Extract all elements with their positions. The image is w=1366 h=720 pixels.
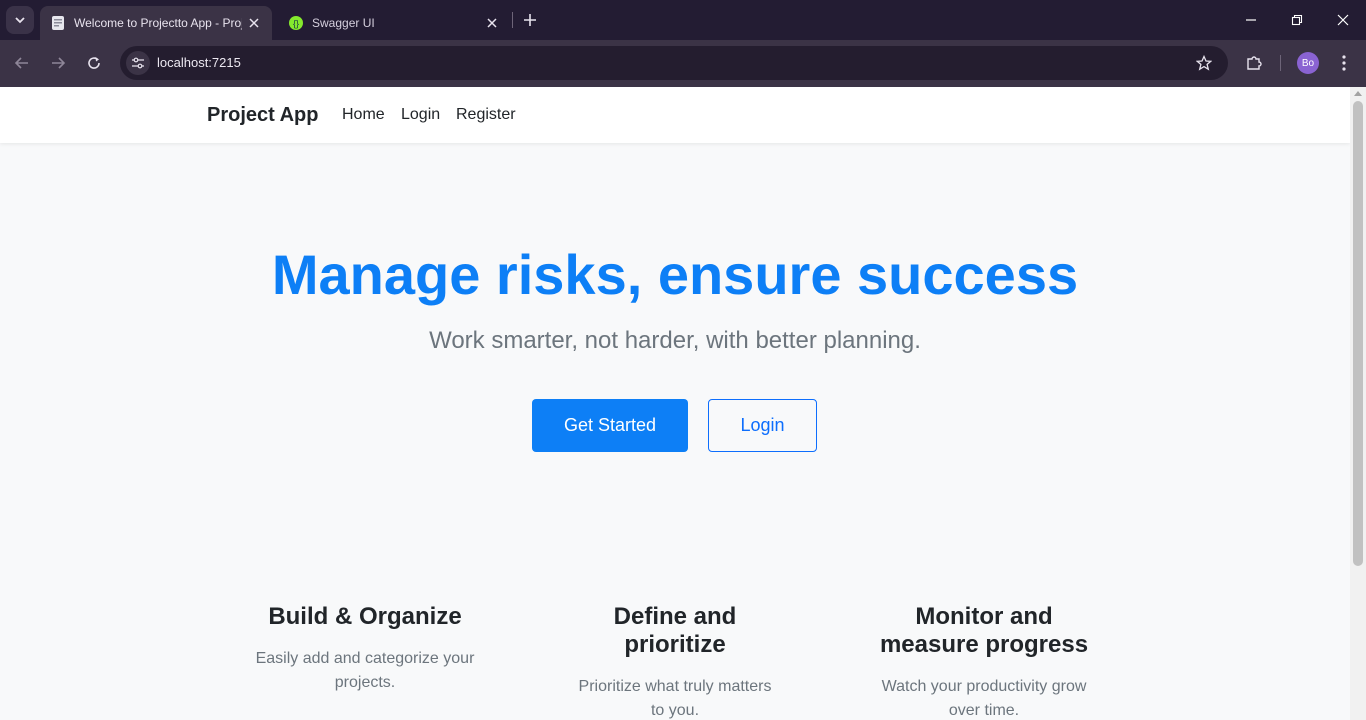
feature-title: Build & Organize — [268, 603, 462, 630]
browser-toolbar: localhost:7215 Bo — [0, 40, 1366, 87]
browser-tab-swagger[interactable]: {} Swagger UI — [278, 6, 510, 40]
browser-tabbar: Welcome to Projectto App - Projectto {} … — [0, 0, 1366, 40]
close-icon — [1337, 14, 1349, 26]
feature-text: Prioritize what truly matters to you. — [578, 678, 772, 719]
page-scrollbar[interactable] — [1350, 87, 1366, 720]
more-vertical-icon — [1342, 55, 1346, 71]
tab-title: Welcome to Projectto App - Projectto — [74, 16, 242, 30]
hero-title: Manage risks, ensure success — [271, 243, 1079, 306]
back-button[interactable] — [7, 48, 37, 78]
restore-button[interactable] — [1274, 0, 1320, 40]
plus-icon — [524, 14, 536, 26]
profile-avatar[interactable]: Bo — [1297, 52, 1319, 74]
extensions-button[interactable] — [1242, 51, 1266, 75]
feature-card-build: Build & Organize Easily add and categori… — [240, 603, 490, 695]
site-info-button[interactable] — [126, 51, 150, 75]
tune-icon — [132, 57, 144, 69]
toolbar-divider — [1280, 55, 1281, 71]
tab-title: Swagger UI — [312, 16, 375, 30]
scroll-thumb[interactable] — [1353, 101, 1363, 566]
page-favicon-icon — [52, 16, 64, 30]
star-icon — [1196, 55, 1212, 71]
feature-card-monitor: Monitor and measure progress Watch your … — [864, 603, 1104, 720]
address-bar[interactable]: localhost:7215 — [120, 46, 1228, 80]
hero-subtitle: Work smarter, not harder, with better pl… — [429, 327, 921, 354]
close-window-button[interactable] — [1320, 0, 1366, 40]
feature-title: Define and prioritize — [613, 603, 737, 658]
feature-card-prioritize: Define and prioritize Prioritize what tr… — [555, 603, 795, 720]
bookmark-button[interactable] — [1194, 53, 1214, 73]
tab-close-icon[interactable] — [246, 15, 262, 31]
hero-login-button[interactable]: Login — [708, 399, 817, 452]
feature-text: Easily add and categorize your projects. — [255, 650, 475, 691]
browser-menu-button[interactable] — [1334, 52, 1354, 74]
forward-button[interactable] — [43, 48, 73, 78]
page-viewport: Project App Home Login Register Manage r… — [0, 87, 1350, 720]
tab-close-icon[interactable] — [484, 15, 500, 31]
feature-title: Monitor and measure progress — [879, 603, 1089, 658]
reload-button[interactable] — [79, 48, 109, 78]
chevron-down-icon — [15, 17, 25, 24]
reload-icon — [88, 57, 100, 69]
tab-search-button[interactable] — [6, 6, 34, 34]
browser-tab-welcome[interactable]: Welcome to Projectto App - Projectto — [40, 6, 272, 40]
new-tab-button[interactable] — [518, 8, 542, 32]
get-started-button[interactable]: Get Started — [532, 399, 688, 452]
puzzle-icon — [1247, 56, 1262, 70]
nav-link-home[interactable]: Home — [342, 106, 385, 124]
arrow-right-icon — [52, 57, 66, 69]
minimize-button[interactable] — [1228, 0, 1274, 40]
svg-text:{}: {} — [293, 19, 299, 29]
site-brand[interactable]: Project App — [207, 104, 319, 127]
tab-divider — [512, 12, 513, 28]
scroll-up-arrow-icon[interactable] — [1354, 91, 1362, 96]
minimize-icon — [1246, 19, 1256, 21]
swagger-favicon-icon: {} — [289, 16, 303, 30]
restore-icon — [1291, 14, 1303, 26]
nav-link-login[interactable]: Login — [401, 106, 440, 124]
site-navbar: Project App Home Login Register — [0, 87, 1350, 143]
nav-link-register[interactable]: Register — [456, 106, 516, 124]
url-text: localhost:7215 — [157, 55, 241, 70]
arrow-left-icon — [14, 57, 28, 69]
feature-text: Watch your productivity grow over time. — [881, 678, 1087, 719]
